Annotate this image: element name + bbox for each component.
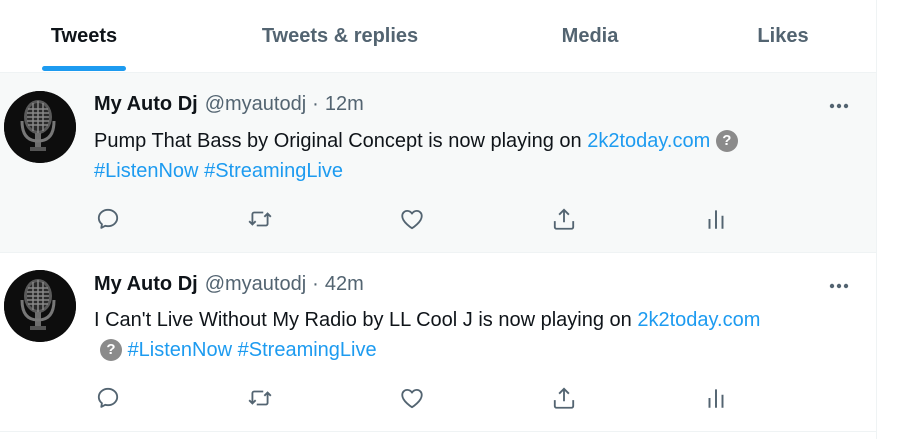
tweet-link[interactable]: 2k2today.com [637, 309, 760, 331]
hashtag-link[interactable]: #StreamingLive [204, 160, 343, 182]
like-icon [401, 388, 423, 409]
tab-media-label: Media [561, 24, 619, 47]
tweet-text: I Can't Live Without My Radio by LL Cool… [94, 309, 638, 331]
tweet-header: My Auto Dj @myautodj · 42m [94, 273, 364, 299]
hashtag-link[interactable]: #StreamingLive [238, 339, 377, 361]
hashtag-link[interactable]: #ListenNow [128, 339, 233, 361]
more-icon [829, 283, 849, 289]
tweet-link[interactable]: 2k2today.com [587, 130, 710, 152]
unknown-emoji-icon: ? [100, 339, 122, 361]
tweet-text-line-2: #ListenNow #StreamingLive [94, 156, 343, 186]
tweet[interactable]: My Auto Dj @myautodj · 42m I Can't Live … [0, 253, 876, 432]
retweet-icon [248, 211, 272, 227]
tab-tweets-and-replies[interactable]: Tweets & replies [216, 0, 464, 72]
retweet-icon [248, 390, 272, 406]
author-name[interactable]: My Auto Dj [94, 273, 198, 296]
share-button[interactable] [549, 204, 579, 234]
tweet-divider [0, 431, 876, 432]
more-icon [829, 103, 849, 109]
tweet-text-line-2: ? #ListenNow #StreamingLive [100, 335, 377, 365]
timestamp[interactable]: 42m [325, 273, 364, 296]
tweet-text: Pump That Bass by Original Concept is no… [94, 130, 588, 152]
share-button[interactable] [549, 383, 579, 413]
analytics-icon [708, 210, 724, 229]
like-icon [401, 209, 423, 230]
reply-icon [97, 387, 119, 408]
retweet-button[interactable] [245, 383, 275, 413]
more-button[interactable] [826, 93, 852, 119]
reply-icon [97, 208, 119, 229]
tab-tweets-label: Tweets [50, 24, 118, 47]
microphone-avatar-image [4, 270, 76, 342]
tweet-header: My Auto Dj @myautodj · 12m [94, 93, 364, 119]
author-name[interactable]: My Auto Dj [94, 93, 198, 116]
avatar[interactable] [4, 91, 76, 163]
timestamp[interactable]: 12m [325, 93, 364, 116]
reply-button[interactable] [93, 383, 123, 413]
share-icon [553, 208, 575, 230]
analytics-button[interactable] [701, 204, 731, 234]
tweet[interactable]: My Auto Dj @myautodj · 12m Pump That Bas… [0, 73, 876, 252]
author-handle[interactable]: @myautodj [205, 93, 306, 116]
tweet-text-line-1: I Can't Live Without My Radio by LL Cool… [94, 305, 760, 335]
timeline-border [876, 0, 877, 439]
author-handle[interactable]: @myautodj [205, 273, 306, 296]
analytics-button[interactable] [701, 383, 731, 413]
microphone-avatar-image [4, 91, 76, 163]
like-button[interactable] [397, 204, 427, 234]
separator: · [312, 273, 319, 295]
active-tab-indicator [42, 66, 126, 71]
tweet-text-line-1: Pump That Bass by Original Concept is no… [94, 126, 738, 156]
profile-tabs: Tweets Tweets & replies Media Likes [0, 0, 876, 72]
avatar[interactable] [4, 270, 76, 342]
tab-tweets-and-replies-label: Tweets & replies [261, 24, 419, 47]
analytics-icon [708, 389, 724, 408]
hashtag-link[interactable]: #ListenNow [94, 160, 199, 182]
tab-tweets[interactable]: Tweets [22, 0, 146, 72]
tab-likes[interactable]: Likes [720, 0, 846, 72]
more-button[interactable] [826, 273, 852, 299]
tab-likes-label: Likes [757, 24, 809, 47]
tab-media[interactable]: Media [530, 0, 650, 72]
share-icon [553, 387, 575, 409]
retweet-button[interactable] [245, 204, 275, 234]
reply-button[interactable] [93, 204, 123, 234]
unknown-emoji-icon: ? [715, 130, 738, 152]
like-button[interactable] [397, 383, 427, 413]
separator: · [312, 93, 319, 115]
